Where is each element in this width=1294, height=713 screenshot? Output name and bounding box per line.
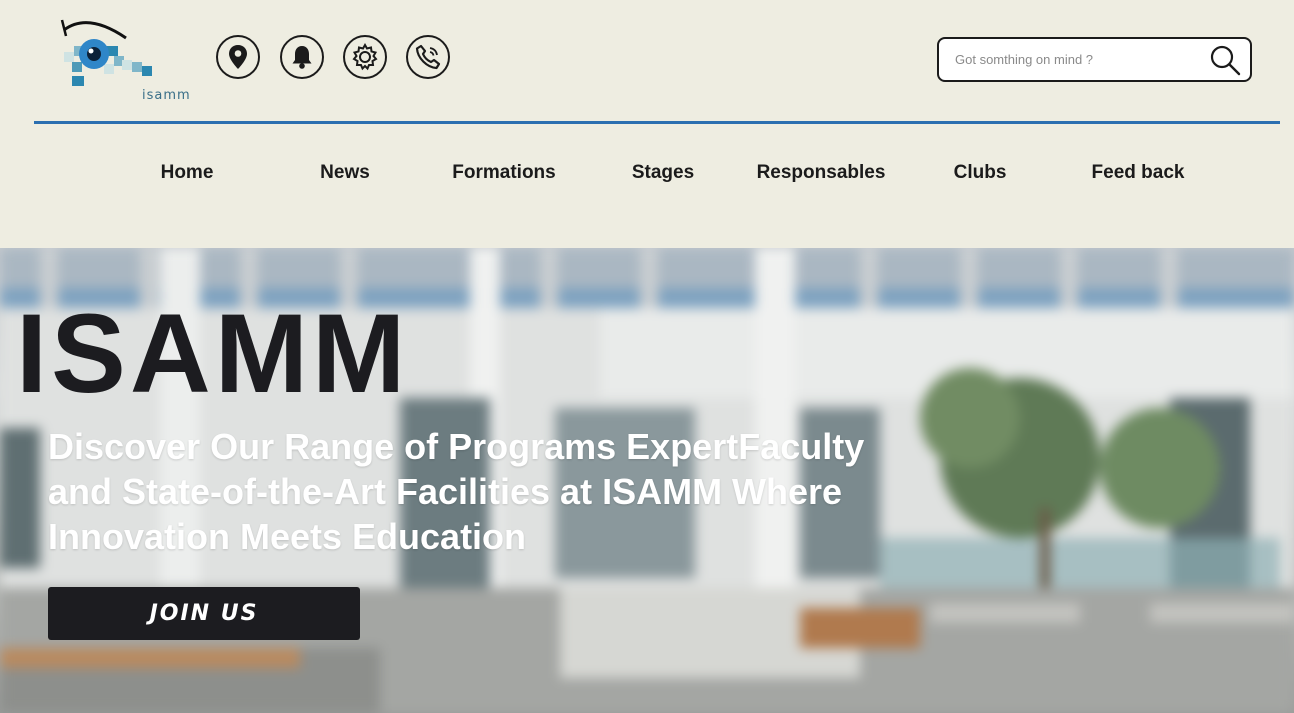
search-input[interactable] [953, 51, 1207, 68]
phone-button[interactable] [406, 35, 450, 79]
join-us-button[interactable]: JOIN US [48, 587, 360, 640]
search-button[interactable] [1208, 43, 1242, 82]
header-divider [34, 121, 1280, 124]
settings-button[interactable] [343, 35, 387, 79]
search-box[interactable] [937, 37, 1252, 82]
isamm-logo[interactable]: isamm [58, 16, 190, 103]
location-icon [229, 45, 247, 69]
nav-item-feedback[interactable]: Feed back [1058, 162, 1218, 184]
notifications-button[interactable] [280, 35, 324, 79]
phone-icon [415, 44, 441, 70]
location-button[interactable] [216, 35, 260, 79]
hero-title: ISAMM [16, 291, 410, 416]
site-header: isamm Got somthing on mind ? Home News F… [0, 0, 1294, 248]
nav-item-responsables[interactable]: Responsables [741, 162, 901, 184]
search-icon [1210, 45, 1241, 76]
nav-item-news[interactable]: News [265, 162, 425, 184]
settings-icon [352, 43, 378, 71]
logo-text: isamm [142, 88, 191, 103]
nav-item-formations[interactable]: Formations [424, 162, 584, 184]
hero-section: ISAMM Discover Our Range of Programs Exp… [0, 248, 1294, 713]
nav-item-stages[interactable]: Stages [583, 162, 743, 184]
nav-item-clubs[interactable]: Clubs [900, 162, 1060, 184]
nav-item-home[interactable]: Home [107, 162, 267, 184]
bell-icon [292, 46, 312, 69]
hero-subtitle: Discover Our Range of Programs ExpertFac… [48, 426, 865, 557]
eye-logo-icon [60, 19, 152, 86]
